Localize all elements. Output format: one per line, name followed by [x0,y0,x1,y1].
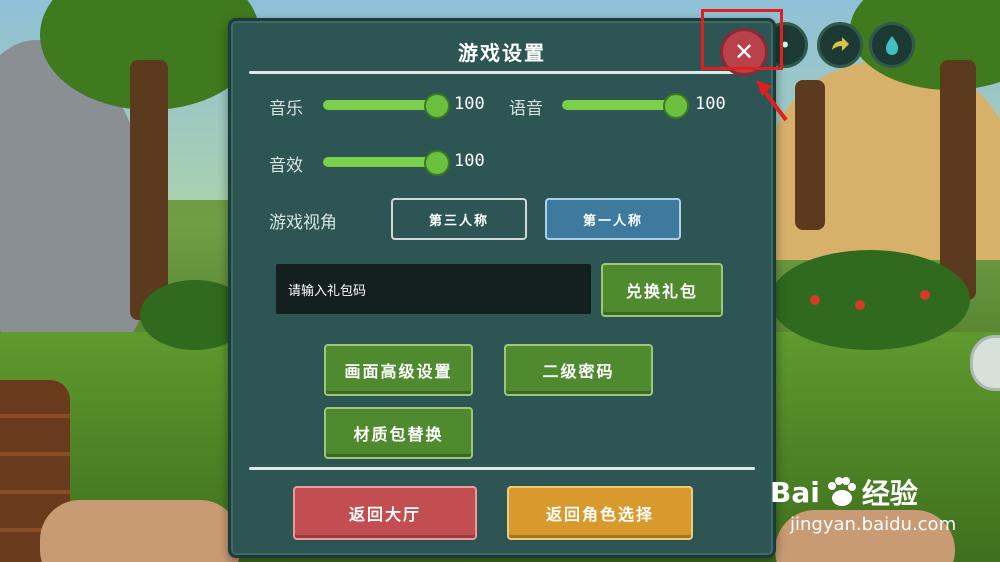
third-person-button[interactable]: 第三人称 [391,198,527,240]
second-password-button[interactable]: 二级密码 [504,344,653,396]
graphics-settings-button[interactable]: 画面高级设置 [324,344,473,396]
watermark-url: jingyan.baidu.com [790,514,957,535]
back-to-lobby-button[interactable]: 返回大厅 [293,486,477,540]
footer-divider [249,467,755,470]
title-divider [249,71,755,74]
music-slider-fill [323,100,435,110]
back-to-character-select-button[interactable]: 返回角色选择 [507,486,693,540]
sfx-slider-knob[interactable] [424,150,450,176]
apple [810,295,820,305]
redeem-gift-button[interactable]: 兑换礼包 [601,263,723,317]
apple [855,300,865,310]
watermark-brand-suffix: 经验 [861,477,918,510]
paw-icon [824,475,858,509]
sfx-slider[interactable] [323,150,450,176]
voice-slider-knob[interactable] [663,93,689,119]
tree-trunk [795,80,825,230]
tree-trunk [940,60,976,300]
voice-value: 100 [695,94,726,114]
annotation-highlight-box [701,9,783,70]
voice-slider[interactable] [562,93,689,119]
music-label: 音乐 [269,99,303,119]
texture-pack-button[interactable]: 材质包替换 [324,407,473,459]
music-value: 100 [454,94,485,114]
first-person-button[interactable]: 第一人称 [545,198,681,240]
view-label: 游戏视角 [269,213,337,233]
watermark-logo: Bai 经验 [770,472,918,512]
watermark-brand: Bai [770,475,820,509]
settings-panel: 游戏设置 ✕ 音乐 100 语音 100 音效 100 游戏视角 第三人称 第一… [228,18,776,558]
tree-trunk [130,60,168,320]
apple [920,290,930,300]
panel-title: 游戏设置 [458,41,546,65]
annotation-arrow-icon [756,80,788,122]
share-icon[interactable] [817,22,863,68]
gift-code-input[interactable]: 请输入礼包码 [276,264,591,314]
sfx-value: 100 [454,151,485,171]
voice-label: 语音 [509,99,543,119]
music-slider[interactable] [323,93,450,119]
bush [770,250,970,350]
sfx-slider-fill [323,157,435,167]
voice-slider-fill [562,100,674,110]
sfx-label: 音效 [269,156,303,176]
player-hand [40,500,240,562]
music-slider-knob[interactable] [424,93,450,119]
water-drop-icon[interactable] [869,22,915,68]
